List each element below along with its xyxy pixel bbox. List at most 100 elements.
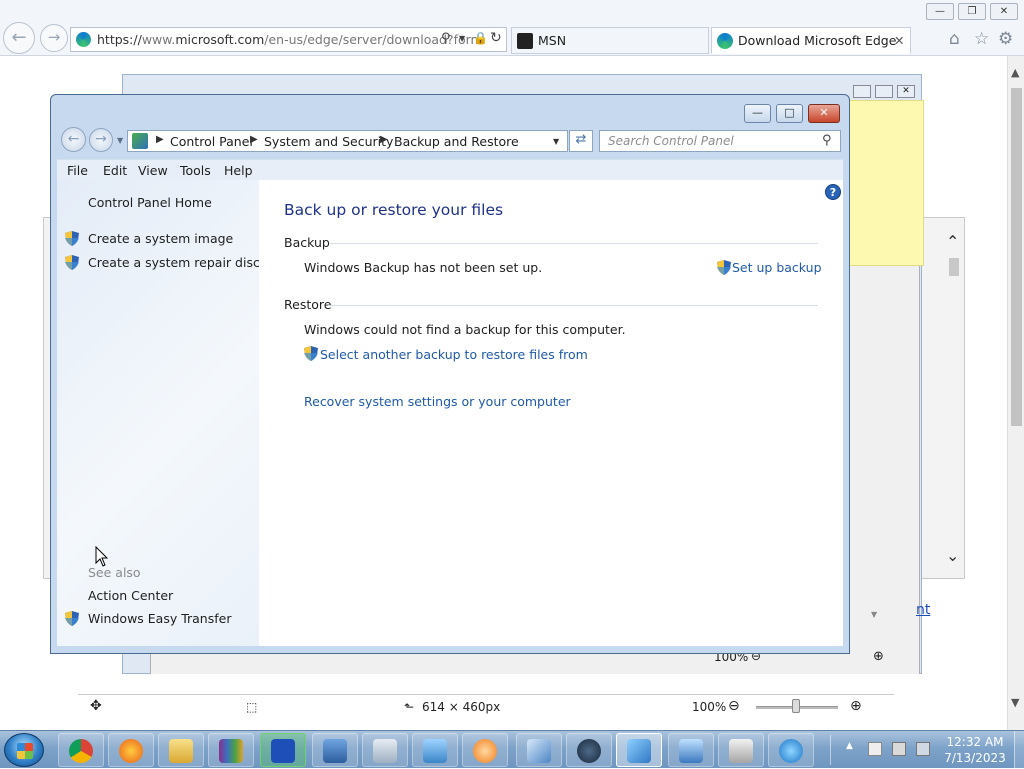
breadcrumb-system-security[interactable]: System and Security (264, 134, 393, 149)
restore-heading: Restore (284, 297, 332, 312)
maximize-button[interactable]: □ (776, 104, 803, 123)
taskbar-firefox[interactable] (108, 733, 154, 767)
menu-file[interactable]: File (67, 163, 88, 178)
uac-shield-icon (717, 260, 731, 275)
selection-icon[interactable]: ⬚ (246, 700, 257, 714)
forward-button[interactable]: → (89, 128, 113, 152)
action-center-link[interactable]: Action Center (88, 588, 173, 603)
back-button[interactable]: ← (61, 127, 86, 152)
taskbar-media-player[interactable] (462, 733, 508, 767)
firefox-icon (119, 739, 143, 763)
taskbar: ▲ 12:32 AM 7/13/2023 (0, 730, 1024, 769)
menu-view[interactable]: View (138, 163, 168, 178)
windows-logo-icon (17, 743, 33, 759)
address-domain: microsoft.com (175, 32, 265, 47)
settings-gear-icon[interactable]: ⚙ (998, 29, 1013, 49)
tab-close-icon[interactable]: ✕ (894, 28, 904, 53)
taskbar-winrar[interactable] (208, 733, 254, 767)
taskbar-explorer[interactable] (158, 733, 204, 767)
menu-tools[interactable]: Tools (180, 163, 211, 178)
scroll-down-icon[interactable]: ▼ (1011, 696, 1019, 709)
scroll-thumb[interactable] (1011, 88, 1022, 426)
tray-expand-icon[interactable]: ▲ (846, 741, 853, 751)
window-titlebar[interactable]: — □ ✕ (51, 95, 849, 125)
msn-icon (517, 33, 533, 49)
search-input[interactable]: Search Control Panel (608, 134, 734, 148)
breadcrumb-control-panel[interactable]: Control Panel (170, 134, 253, 149)
taskbar-chrome[interactable] (58, 733, 104, 767)
taskbar-calculator[interactable] (362, 733, 408, 767)
clock[interactable]: 12:32 AM 7/13/2023 (940, 734, 1010, 766)
tab-msn[interactable]: MSN (511, 27, 709, 54)
canvas-size-icon: ⬑ (404, 700, 415, 714)
address-bar[interactable]: https://www.microsoft.com/en-us/edge/ser… (70, 27, 507, 52)
minimize-button[interactable]: — (926, 3, 954, 20)
address-bar[interactable]: ▶ Control Panel ▶ System and Security ▶ … (127, 130, 568, 152)
set-up-backup-link[interactable]: Set up backup (732, 260, 822, 275)
dropdown-icon[interactable]: ▼ (459, 34, 465, 43)
close-button[interactable]: ✕ (990, 3, 1018, 20)
close-button[interactable]: ✕ (808, 104, 840, 123)
browser-back-button[interactable]: ← (3, 22, 35, 54)
breadcrumb-backup-restore[interactable]: Backup and Restore (394, 134, 519, 149)
tab-download-edge[interactable]: Download Microsoft Edge ✕ (711, 27, 911, 54)
refresh-icon[interactable]: ↻ (490, 30, 502, 46)
search-box[interactable]: Search Control Panel ⚲ (599, 130, 841, 152)
address-dropdown-icon[interactable]: ▼ (553, 137, 559, 146)
minimize-button[interactable]: — (744, 104, 771, 123)
create-system-image-link[interactable]: Create a system image (88, 231, 233, 246)
breadcrumb-separator-icon: ▶ (156, 134, 164, 145)
start-button[interactable] (4, 733, 44, 767)
taskbar-ie[interactable] (768, 733, 814, 767)
partial-page-link[interactable]: nt (916, 602, 930, 618)
sticky-note[interactable] (848, 100, 924, 266)
control-panel-home-link[interactable]: Control Panel Home (88, 195, 212, 210)
action-center-tray-icon[interactable] (868, 742, 882, 756)
zoom-out-icon[interactable]: ⊖ (728, 698, 740, 714)
page-scrollbar[interactable]: ▲ ▼ (1007, 56, 1024, 730)
taskbar-control-panel[interactable] (616, 733, 662, 767)
taskbar-mail[interactable] (412, 733, 458, 767)
scroll-thumb[interactable] (949, 258, 959, 276)
volume-tray-icon[interactable] (916, 742, 930, 756)
zoom-slider-thumb[interactable] (792, 699, 800, 713)
refresh-button[interactable]: ⇄ (569, 130, 593, 152)
scroll-up-icon[interactable]: ▲ (1011, 66, 1019, 79)
search-icon[interactable]: ⚲ (441, 31, 451, 46)
move-icon[interactable]: ✥ (90, 698, 102, 714)
zoom-in-icon[interactable]: ⊕ (850, 698, 862, 714)
search-icon[interactable]: ⚲ (822, 133, 832, 148)
help-icon[interactable]: ? (825, 184, 841, 200)
uac-shield-icon (65, 611, 79, 626)
show-desktop-button[interactable] (1014, 731, 1024, 769)
recover-system-settings-link[interactable]: Recover system settings or your computer (304, 394, 571, 409)
browser-forward-button[interactable]: → (40, 24, 68, 52)
taskbar-paint[interactable] (516, 733, 562, 767)
taskbar-remote-desktop[interactable] (668, 733, 714, 767)
easy-transfer-link[interactable]: Windows Easy Transfer (88, 611, 231, 626)
address-text: https://www.microsoft.com/en-us/edge/ser… (97, 32, 483, 47)
taskbar-network[interactable] (312, 733, 358, 767)
chevron-down-icon[interactable]: ⌄ (946, 546, 959, 565)
remote-desktop-icon (679, 739, 703, 763)
taskbar-malwarebytes[interactable] (260, 733, 306, 767)
bg-zoom-in-icon[interactable]: ⊕ (873, 649, 884, 664)
chevron-up-icon[interactable]: ⌃ (946, 232, 959, 251)
taskbar-steam[interactable] (566, 733, 612, 767)
network-tray-icon[interactable] (892, 742, 906, 756)
menu-edit[interactable]: Edit (103, 163, 127, 178)
create-repair-disc-link[interactable]: Create a system repair disc (88, 255, 260, 270)
lock-icon[interactable]: 🔒 (473, 31, 488, 45)
scroll-down-icon[interactable]: ▼ (871, 610, 877, 619)
breadcrumb-separator-icon: ▶ (250, 134, 258, 145)
menu-help[interactable]: Help (224, 163, 253, 178)
home-icon[interactable]: ⌂ (949, 29, 960, 49)
restore-button[interactable]: ❐ (958, 3, 986, 20)
taskbar-printer[interactable] (718, 733, 764, 767)
select-another-backup-link[interactable]: Select another backup to restore files f… (320, 347, 588, 362)
history-dropdown-icon[interactable]: ▼ (117, 136, 123, 145)
restore-status-text: Windows could not find a backup for this… (304, 322, 626, 337)
edge-favicon-icon (76, 32, 91, 47)
taskbar-separator (830, 735, 838, 765)
favorites-icon[interactable]: ☆ (974, 29, 989, 49)
